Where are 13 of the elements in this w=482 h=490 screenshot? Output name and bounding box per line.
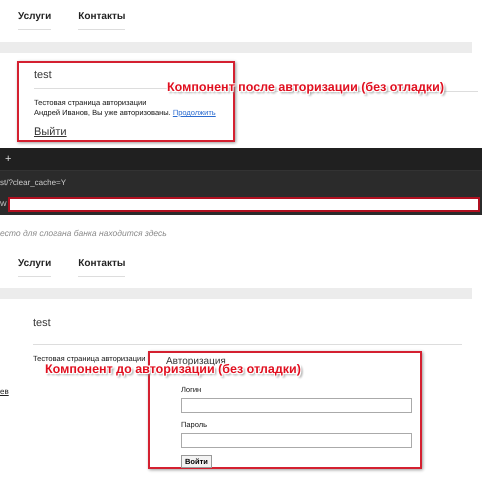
side-link[interactable]: ев	[0, 387, 9, 396]
address-bar-text[interactable]: st/?clear_cache=Y	[0, 178, 66, 186]
input-field[interactable]	[181, 398, 412, 413]
nav-link[interactable]: Контакты	[78, 258, 126, 277]
logout-link[interactable]: Выйти	[34, 126, 233, 138]
new-tab-button[interactable]: +	[5, 153, 12, 165]
nav-link[interactable]: Контакты	[78, 11, 126, 30]
nav-link[interactable]: Услуги	[18, 11, 52, 30]
nav-link[interactable]: Услуги	[18, 258, 52, 277]
input-field[interactable]	[181, 433, 412, 448]
page-heading: test	[34, 69, 52, 83]
slogan-text: есто для слогана банка находится здесь	[0, 227, 168, 240]
page-heading: test	[32, 316, 51, 331]
